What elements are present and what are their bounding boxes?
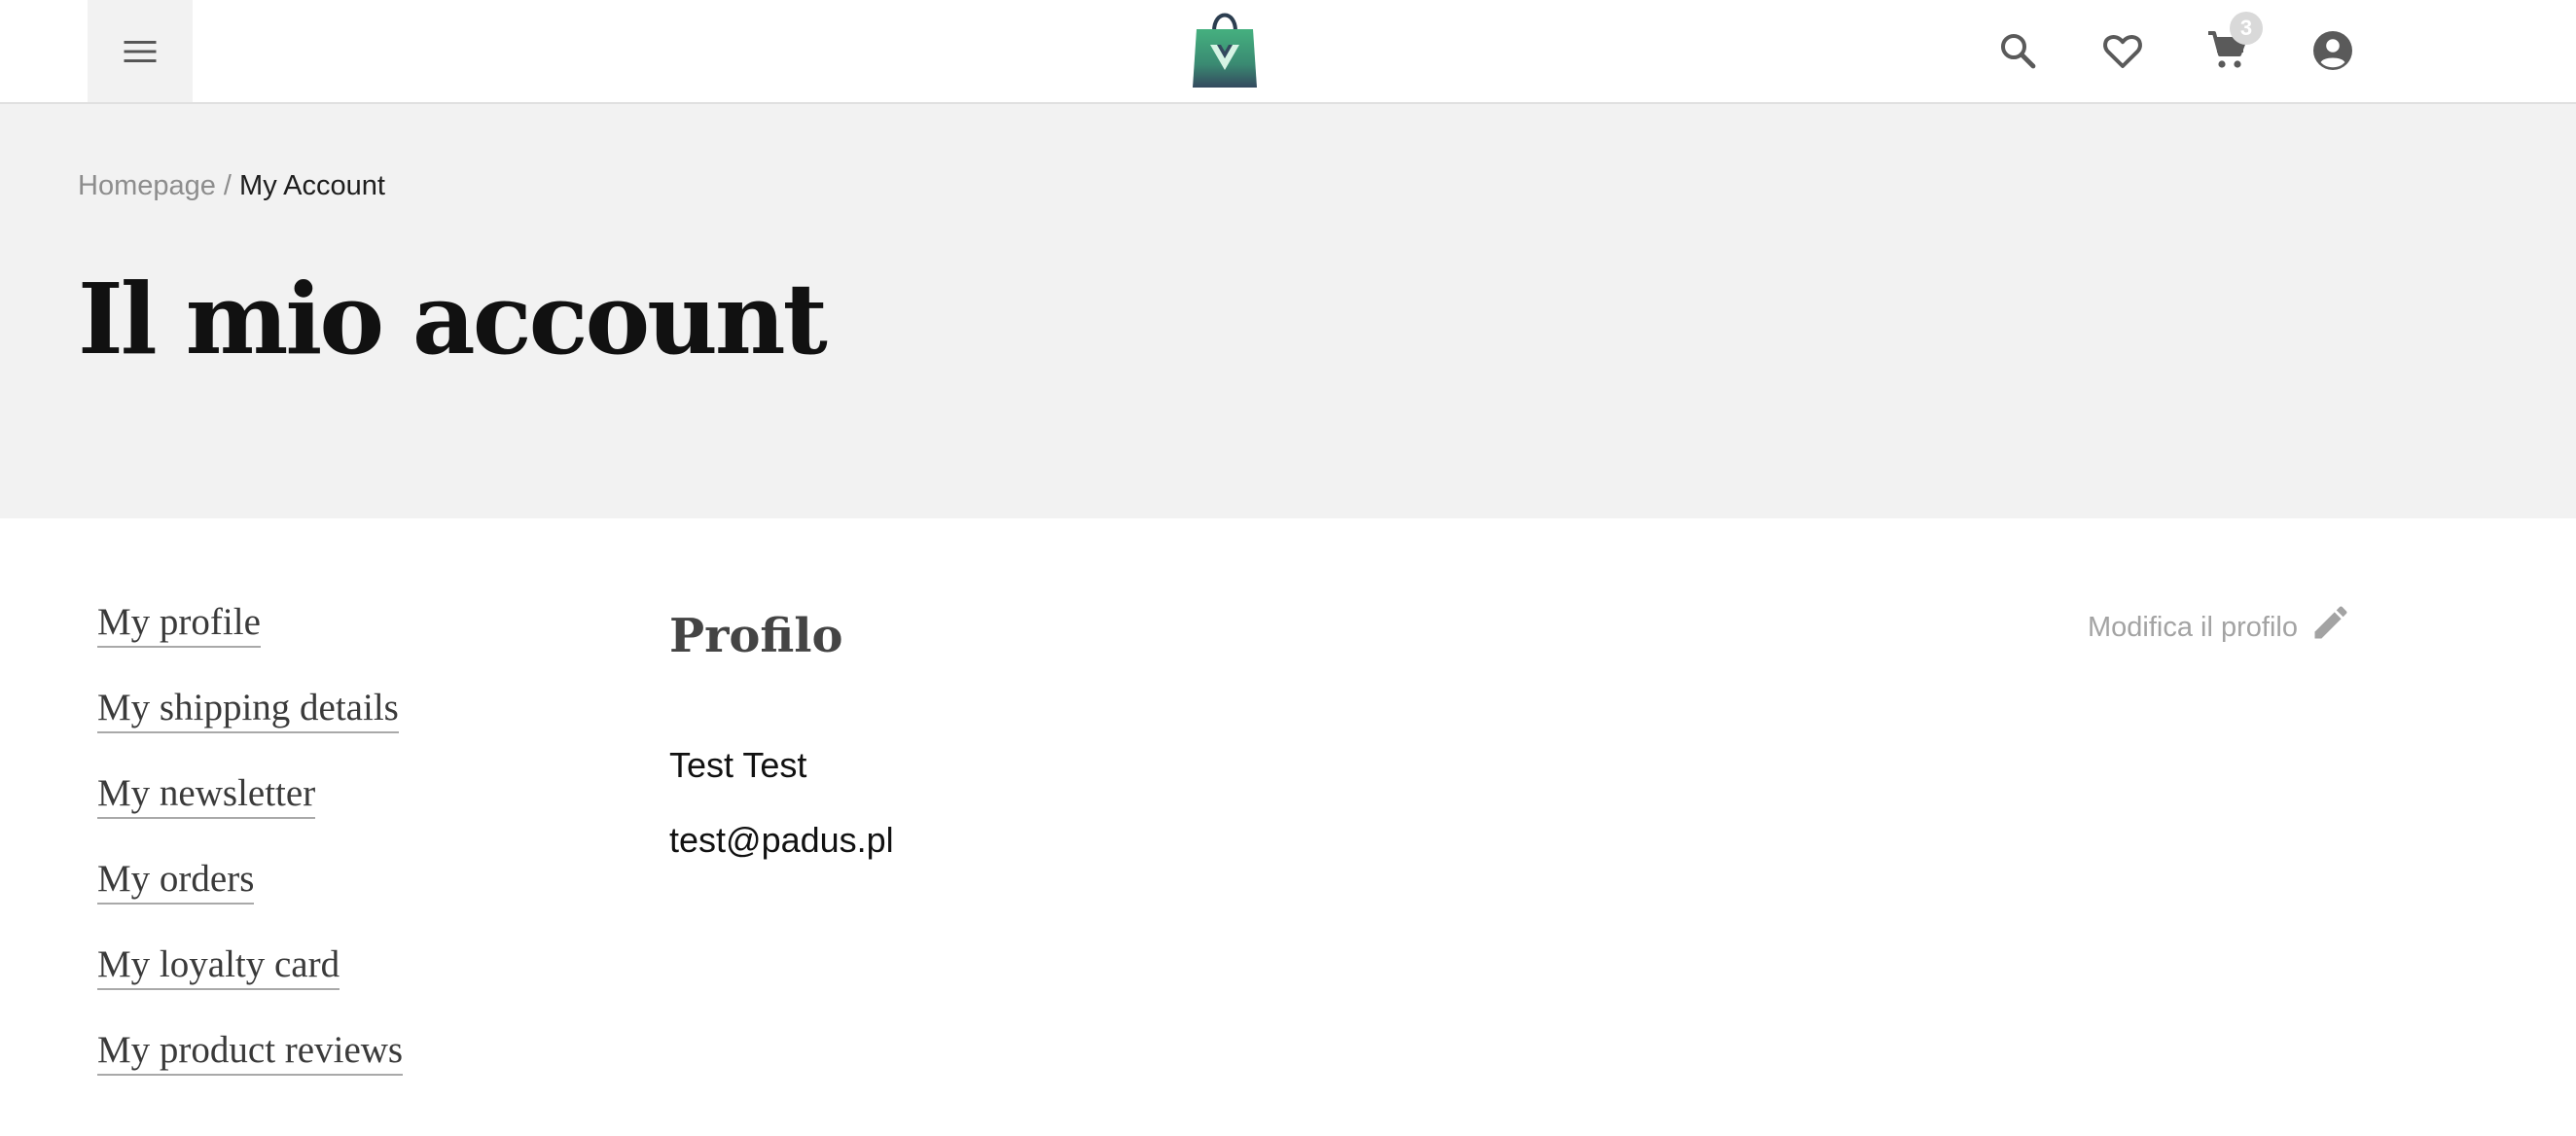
pencil-icon [2314,606,2347,639]
wishlist-button[interactable] [2093,21,2152,80]
search-button[interactable] [1988,21,2047,80]
top-header: 3 [0,0,2576,104]
cart-button[interactable]: 3 [2199,12,2263,80]
heart-icon [2103,34,2142,68]
menu-button[interactable] [88,0,193,102]
breadcrumb-separator: / [215,170,240,201]
breadcrumb: Homepage / My Account [78,170,385,202]
cart-count-badge: 3 [2230,12,2263,45]
sidebar-item-my-orders[interactable]: My orders [97,858,255,905]
page-title: Il mio account [78,262,828,376]
sidebar-item-my-profile[interactable]: My profile [97,601,261,648]
account-button[interactable] [2304,21,2362,80]
hamburger-menu-icon [124,40,157,62]
store-logo[interactable] [1189,6,1261,89]
breadcrumb-home-link[interactable]: Homepage [78,170,216,201]
sidebar-item-my-product-reviews[interactable]: My product reviews [97,1029,404,1076]
page-hero: Homepage / My Account Il mio account [0,104,2576,518]
breadcrumb-current: My Account [239,170,385,201]
shopping-bag-logo-icon [1193,13,1257,88]
sidebar-item-my-newsletter[interactable]: My newsletter [97,772,316,819]
account-sidebar: My profile My shipping details My newsle… [97,601,584,1115]
edit-profile-button[interactable]: Modifica il profilo [2088,606,2352,644]
account-circle-icon [2313,31,2352,70]
sidebar-item-my-shipping-details[interactable]: My shipping details [97,687,399,733]
profile-name: Test Test [669,745,807,785]
search-icon [2001,34,2036,69]
profile-title: Profilo [669,609,843,663]
edit-profile-label: Modifica il profilo [2088,611,2298,643]
profile-email: test@padus.pl [669,820,894,860]
header-actions: 3 [1942,12,2362,80]
sidebar-item-my-loyalty-card[interactable]: My loyalty card [97,943,340,990]
